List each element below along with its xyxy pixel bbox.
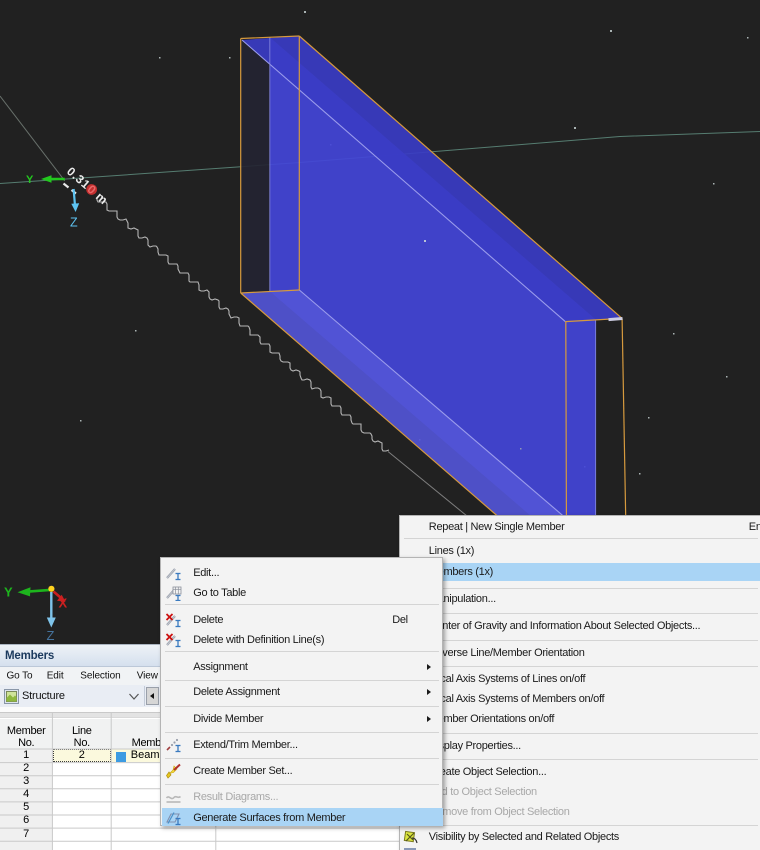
svg-text:X: X <box>59 596 68 611</box>
svg-text:Z: Z <box>70 216 78 230</box>
svg-text:Y: Y <box>4 585 13 600</box>
svg-text:Y: Y <box>26 174 34 186</box>
svg-text:Z: Z <box>47 628 55 643</box>
